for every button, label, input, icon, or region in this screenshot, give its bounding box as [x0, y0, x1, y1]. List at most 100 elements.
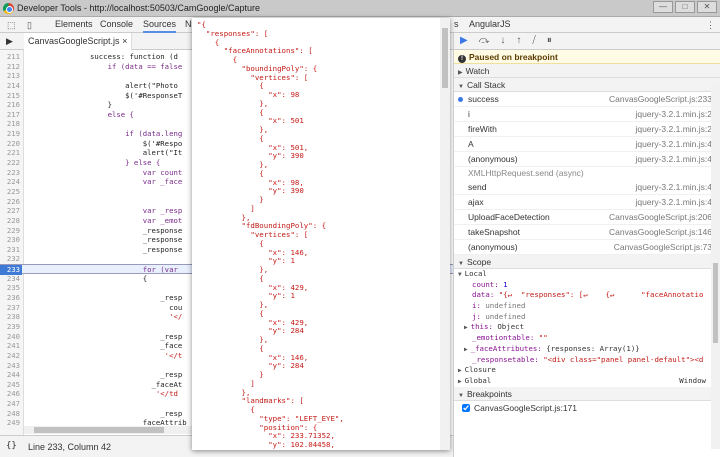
line-number[interactable]: 231 — [0, 245, 22, 255]
line-number[interactable]: 242 — [0, 351, 22, 361]
tab-console[interactable]: Console — [100, 17, 133, 33]
call-frame[interactable]: (anonymous) jquery-3.2.1.min.js:4 — [454, 152, 720, 167]
line-number[interactable]: 216 — [0, 100, 22, 110]
call-frame[interactable]: fireWith jquery-3.2.1.min.js:2 — [454, 122, 720, 137]
tab-angularjs[interactable]: AngularJS — [469, 17, 511, 33]
resume-icon[interactable]: ▶ — [460, 35, 468, 47]
line-number[interactable]: 246 — [0, 389, 22, 399]
line-number[interactable]: 244 — [0, 370, 22, 380]
sidebar-scrollbar[interactable] — [711, 83, 720, 449]
watch-section[interactable]: ▶ Watch — [454, 64, 720, 78]
line-number[interactable]: 247 — [0, 399, 22, 409]
line-number[interactable]: 217 — [0, 110, 22, 120]
inspect-element-icon[interactable]: ⬚ — [7, 20, 16, 31]
minimize-button[interactable]: — — [653, 1, 673, 13]
global-scope[interactable]: ▶ Global Window — [454, 376, 720, 387]
call-frame[interactable]: ajax jquery-3.2.1.min.js:4 — [454, 195, 720, 210]
line-number[interactable]: 215 — [0, 91, 22, 101]
line-number[interactable]: 228 — [0, 216, 22, 226]
call-frame[interactable]: (anonymous) CanvasGoogleScript.js:73 — [454, 240, 720, 255]
expand-icon[interactable]: ▶ — [464, 324, 468, 331]
call-frame[interactable]: UploadFaceDetection CanvasGoogleScript.js… — [454, 210, 720, 225]
line-number[interactable]: 238 — [0, 312, 22, 322]
horizontal-scrollbar[interactable] — [24, 426, 194, 434]
call-frame[interactable]: success CanvasGoogleScript.js:233 — [454, 92, 720, 107]
frame-location[interactable]: jquery-3.2.1.min.js:4 — [635, 195, 712, 210]
popover-scrollbar[interactable] — [440, 18, 450, 450]
line-number[interactable]: 241 — [0, 341, 22, 351]
device-toolbar-icon[interactable]: ▯ — [27, 20, 32, 31]
line-number[interactable]: 223 — [0, 168, 22, 178]
line-number[interactable]: 214 — [0, 81, 22, 91]
frame-location[interactable]: jquery-3.2.1.min.js:4 — [635, 180, 712, 195]
maximize-button[interactable]: □ — [675, 1, 695, 13]
line-number[interactable]: 220 — [0, 139, 22, 149]
line-number[interactable]: 230 — [0, 235, 22, 245]
breakpoint-item[interactable]: CanvasGoogleScript.js:171 — [454, 401, 720, 416]
close-button[interactable]: ✕ — [697, 1, 717, 13]
line-number[interactable]: 239 — [0, 322, 22, 332]
file-tab[interactable]: CanvasGoogleScript.js × — [24, 33, 133, 50]
line-number[interactable]: 224 — [0, 177, 22, 187]
step-out-icon[interactable]: ↑ — [516, 35, 521, 47]
scope-variable[interactable]: j: undefined — [454, 312, 720, 323]
frame-location[interactable]: CanvasGoogleScript.js:206 — [609, 210, 712, 225]
frame-location[interactable]: jquery-3.2.1.min.js:4 — [635, 152, 712, 167]
line-number[interactable]: 240 — [0, 332, 22, 342]
line-number[interactable]: 229 — [0, 226, 22, 236]
line-number[interactable]: 236 — [0, 293, 22, 303]
line-number[interactable]: 235 — [0, 283, 22, 293]
frame-location[interactable]: CanvasGoogleScript.js:146 — [609, 225, 712, 240]
local-scope[interactable]: ▼ Local — [454, 269, 720, 280]
call-stack-section[interactable]: ▼ Call Stack — [454, 78, 720, 92]
line-number[interactable]: 248 — [0, 409, 22, 419]
pause-on-exceptions-icon[interactable]: ⏸ — [547, 35, 552, 47]
call-frame[interactable]: i jquery-3.2.1.min.js:2 — [454, 107, 720, 122]
tab-hidden[interactable]: s — [454, 17, 459, 33]
line-number[interactable]: 225 — [0, 187, 22, 197]
line-number[interactable]: 211 — [0, 52, 22, 62]
toggle-navigator-icon[interactable]: ▶ — [6, 36, 13, 47]
line-number[interactable]: 226 — [0, 197, 22, 207]
call-frame[interactable]: Ajquery-3.2.1.min.js:4 — [454, 137, 720, 152]
scope-variable[interactable]: i: undefined — [454, 301, 720, 312]
deactivate-breakpoints-icon[interactable]: ⧸ — [532, 35, 535, 47]
scope-variable[interactable]: ▶ this: Object — [454, 322, 720, 333]
call-frame[interactable]: send jquery-3.2.1.min.js:4 — [454, 180, 720, 195]
line-number[interactable]: 237 — [0, 303, 22, 313]
tab-sources[interactable]: Sources — [143, 17, 177, 33]
line-number[interactable]: 219 — [0, 129, 22, 139]
breakpoint-checkbox[interactable] — [462, 404, 470, 413]
line-number[interactable]: 222 — [0, 158, 22, 168]
frame-location[interactable]: jquery-3.2.1.min.js:4 — [635, 137, 712, 152]
more-menu-icon[interactable]: ⋮ — [706, 20, 715, 31]
line-number[interactable]: 221 — [0, 148, 22, 158]
scope-variable[interactable]: data: "{↵ "responses": [↵ {↵ "faceAnnota… — [454, 290, 720, 301]
closure-scope[interactable]: ▶ Closure — [454, 365, 720, 376]
step-into-icon[interactable]: ↓ — [500, 35, 505, 47]
tab-network[interactable]: N — [185, 17, 192, 33]
scope-variable[interactable]: _responsetable: "<div class="panel panel… — [454, 355, 720, 366]
call-frame[interactable]: takeSnapshot CanvasGoogleScript.js:146 — [454, 225, 720, 240]
line-number[interactable]: 249 — [0, 418, 22, 428]
line-number[interactable]: 234 — [0, 274, 22, 284]
frame-location[interactable]: jquery-3.2.1.min.js:2 — [635, 107, 712, 122]
line-number[interactable]: 213 — [0, 71, 22, 81]
scope-variable[interactable]: _emotiontable: "" — [454, 333, 720, 344]
line-number[interactable]: 212 — [0, 62, 22, 72]
step-over-icon[interactable]: ⤼ — [479, 35, 490, 47]
line-number[interactable]: 232 — [0, 254, 22, 264]
close-tab-icon[interactable]: × — [122, 36, 127, 46]
scope-section[interactable]: ▼ Scope — [454, 255, 720, 269]
line-number[interactable]: 245 — [0, 380, 22, 390]
line-number[interactable]: 227 — [0, 206, 22, 216]
line-number[interactable]: 243 — [0, 361, 22, 371]
expand-icon[interactable]: ▶ — [464, 346, 468, 353]
scope-variable[interactable]: ▶ _faceAttributes: {responses: Array(1)} — [454, 344, 720, 355]
breakpoints-section[interactable]: ▼ Breakpoints — [454, 386, 720, 401]
scope-variable[interactable]: count: 1 — [454, 280, 720, 291]
frame-location[interactable]: jquery-3.2.1.min.js:2 — [635, 122, 712, 137]
pretty-print-button[interactable]: {} — [6, 441, 17, 451]
tab-elements[interactable]: Elements — [55, 17, 93, 33]
line-number[interactable]: 218 — [0, 119, 22, 129]
